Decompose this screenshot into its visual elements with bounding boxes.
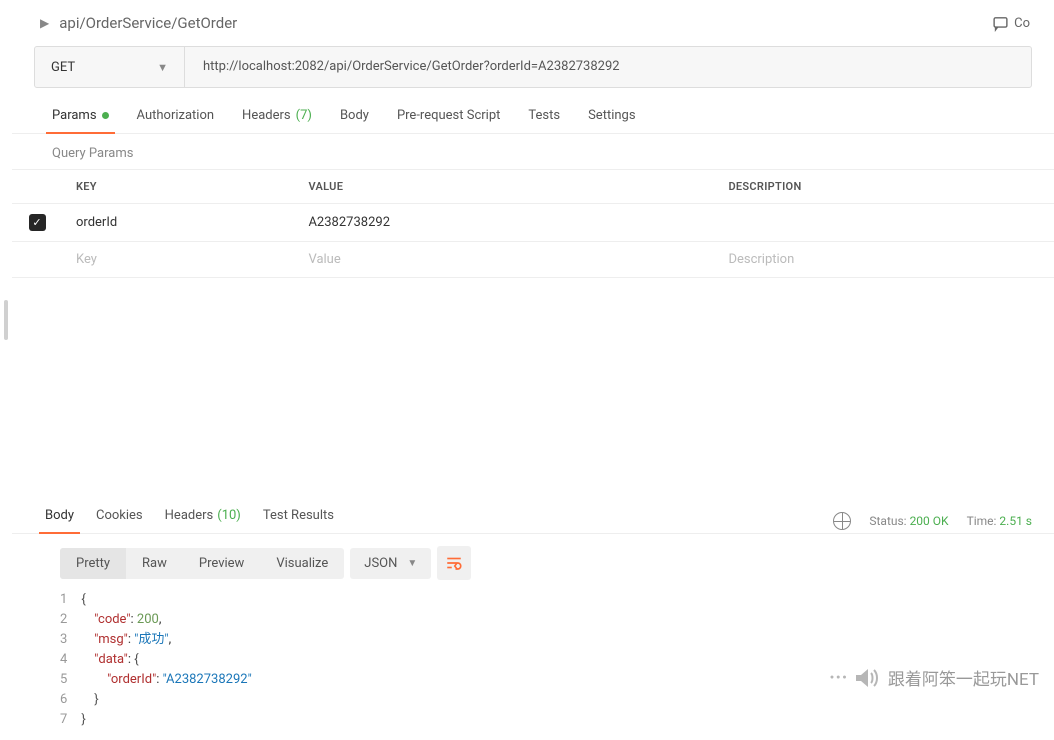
response-body[interactable]: 1234567 { "code": 200, "msg": "成功", "dat… (12, 590, 1054, 730)
tab-headers[interactable]: Headers (7) (242, 108, 312, 133)
chevron-down-icon: ▼ (407, 558, 417, 569)
format-select[interactable]: JSON ▼ (350, 548, 431, 579)
comments-button[interactable]: Co (992, 15, 1030, 32)
viewmode-raw[interactable]: Raw (126, 548, 183, 579)
resp-tab-cookies[interactable]: Cookies (96, 508, 143, 533)
url-bar: GET ▼ (34, 46, 1032, 88)
response-viewbar: Pretty Raw Preview Visualize JSON ▼ (12, 534, 1054, 590)
col-value: VALUE (294, 170, 714, 204)
param-key[interactable]: orderId (62, 204, 294, 242)
code-text[interactable]: { "code": 200, "msg": "成功", "data": { "o… (81, 590, 251, 730)
left-strip (0, 0, 12, 740)
param-value[interactable]: A2382738292 (294, 204, 714, 242)
chevron-down-icon: ▼ (157, 61, 168, 74)
tab-authorization[interactable]: Authorization (137, 108, 215, 133)
method-select[interactable]: GET ▼ (35, 47, 185, 87)
param-desc-placeholder[interactable]: Description (714, 242, 1054, 278)
resp-tab-headers[interactable]: Headers (10) (165, 508, 241, 533)
resize-handle[interactable] (4, 300, 8, 340)
request-title: api/OrderService/GetOrder (59, 14, 992, 32)
table-row-new[interactable]: Key Value Description (12, 242, 1054, 278)
resp-tab-tests[interactable]: Test Results (263, 508, 334, 533)
collapse-caret-icon[interactable]: ▶ (40, 16, 49, 30)
active-dot-icon (102, 112, 109, 119)
checkbox-checked-icon[interactable]: ✓ (29, 214, 46, 231)
comments-label: Co (1014, 16, 1030, 31)
line-gutter: 1234567 (60, 590, 81, 730)
tab-params[interactable]: Params (52, 108, 109, 133)
speaker-icon (854, 667, 880, 689)
spacer (12, 278, 1054, 498)
resp-tab-body[interactable]: Body (45, 508, 74, 533)
viewmode-visualize[interactable]: Visualize (260, 548, 344, 579)
response-tabs: Body Cookies Headers (10) Test Results S… (12, 498, 1054, 534)
wrap-icon (445, 555, 463, 571)
tab-settings[interactable]: Settings (588, 108, 635, 133)
viewmode-pretty[interactable]: Pretty (60, 548, 126, 579)
url-input[interactable] (185, 47, 1031, 87)
col-description: DESCRIPTION (714, 170, 1054, 204)
wrap-lines-button[interactable] (437, 546, 471, 580)
param-key-placeholder[interactable]: Key (62, 242, 294, 278)
comment-icon (992, 15, 1009, 32)
col-key: KEY (62, 170, 294, 204)
param-value-placeholder[interactable]: Value (294, 242, 714, 278)
time-meta: Time: 2.51 s (967, 514, 1032, 528)
query-params-label: Query Params (12, 134, 1054, 169)
status-meta: Status: 200 OK (869, 514, 948, 528)
param-desc[interactable] (714, 204, 1054, 242)
tab-tests[interactable]: Tests (528, 108, 560, 133)
viewmode-group: Pretty Raw Preview Visualize (60, 548, 344, 579)
tab-prerequest[interactable]: Pre-request Script (397, 108, 500, 133)
request-tabs: Params Authorization Headers (7) Body Pr… (12, 88, 1054, 134)
method-value: GET (51, 60, 75, 75)
watermark: 跟着阿笨一起玩NET (854, 665, 1039, 690)
tab-body[interactable]: Body (340, 108, 369, 133)
globe-icon[interactable] (833, 512, 851, 530)
params-table: KEY VALUE DESCRIPTION ✓ orderId A2382738… (12, 169, 1054, 278)
viewmode-preview[interactable]: Preview (183, 548, 260, 579)
table-row[interactable]: ✓ orderId A2382738292 (12, 204, 1054, 242)
